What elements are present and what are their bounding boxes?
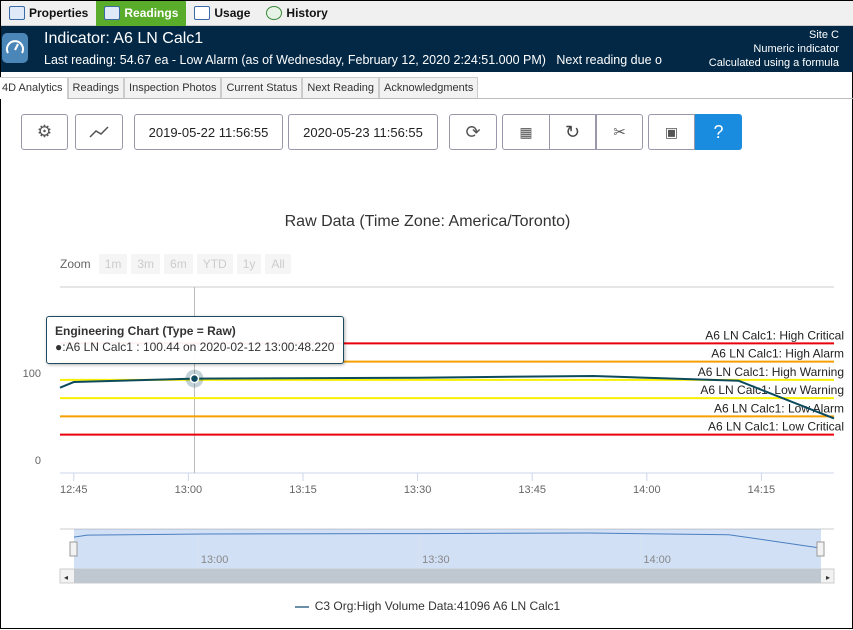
image-icon: ▣ [664, 123, 679, 140]
zoom-1m[interactable]: 1m [98, 254, 128, 274]
zoom-label: Zoom [60, 257, 91, 271]
unplug-icon: ✂ [613, 124, 626, 141]
last-reading-text: Last reading: 54.67 ea - Low Alarm (as o… [44, 53, 662, 67]
gauge-icon [2, 33, 28, 63]
threshold-label: A6 LN Calc1: Low Warning [700, 383, 844, 397]
zoom-6m[interactable]: 6m [164, 254, 193, 274]
tab-readings-sub[interactable]: Readings [67, 77, 125, 98]
navigator-handle[interactable] [816, 541, 825, 557]
indicator-header: Indicator: A6 LN Calc1 Last reading: 54.… [1, 26, 853, 72]
navigator-tick-label: 13:30 [422, 554, 450, 566]
tab-inspection-photos[interactable]: Inspection Photos [124, 77, 222, 98]
series-line [59, 374, 835, 420]
tab-4d-analytics[interactable]: 4D Analytics [0, 77, 68, 99]
hover-halo [185, 369, 204, 388]
x-tick-label: 14:00 [633, 484, 661, 496]
zoom-range-selector: Zoom 1m 3m 6m YTD 1y All [60, 254, 291, 274]
chart-legend[interactable]: C3 Org:High Volume Data:41096 A6 LN Calc… [1, 599, 853, 613]
grid-icon [194, 6, 211, 20]
x-tick-label: 13:45 [518, 484, 546, 496]
tab-usage[interactable]: Usage [186, 1, 258, 26]
threshold-label: A6 LN Calc1: High Warning [698, 365, 844, 379]
tab-properties[interactable]: Properties [1, 1, 96, 26]
line-chart-icon [89, 126, 109, 138]
site-label: Site C [809, 29, 839, 41]
header-meta: Site C Numeric indicator Calculated usin… [709, 28, 839, 70]
navigator-series [73, 532, 822, 549]
reset-button[interactable]: ↻ [549, 114, 596, 150]
x-tick-label: 13:30 [404, 484, 432, 496]
zoom-ytd[interactable]: YTD [196, 254, 233, 274]
navigator-tick-label: 13:00 [201, 554, 229, 566]
y-tick-label: 100 [23, 368, 41, 380]
readings-chart-icon [104, 6, 121, 20]
scroll-right-arrow-icon[interactable]: ▸ [826, 573, 830, 582]
settings-button[interactable]: ⚙ [21, 114, 68, 150]
chart-title: Raw Data (Time Zone: America/Toronto) [284, 213, 571, 230]
x-tick-label: 13:15 [289, 484, 317, 496]
threshold-label: A6 LN Calc1: Low Alarm [714, 401, 844, 415]
scroll-left-arrow-icon[interactable]: ◂ [64, 573, 68, 582]
refresh-icon: ⟳ [465, 121, 481, 142]
undo-icon: ↻ [564, 121, 581, 142]
scrollbar-track[interactable] [59, 568, 835, 584]
tab-acknowledgments[interactable]: Acknowledgments [379, 77, 479, 98]
navigator-mask [74, 529, 821, 569]
threshold-label: A6 LN Calc1: High Critical [705, 328, 844, 342]
threshold-label: A6 LN Calc1: Low Critical [708, 420, 844, 434]
zoom-all[interactable]: All [265, 254, 291, 274]
threshold-label: A6 LN Calc1: High Alarm [711, 347, 844, 361]
tab-readings[interactable]: Readings [96, 0, 187, 26]
scrollbar-thumb[interactable] [74, 569, 821, 583]
navigator-handle[interactable] [69, 541, 78, 557]
chart-tooltip: Engineering Chart (Type = Raw) ●:A6 LN C… [46, 316, 344, 364]
top-tab-bar: Properties Readings Usage History [1, 0, 853, 26]
end-date-button[interactable]: 2020-05-23 11:56:55 [288, 114, 438, 150]
zoom-1y[interactable]: 1y [236, 254, 262, 274]
navigator-tick-label: 14:00 [643, 554, 671, 566]
legend-line-icon [294, 605, 309, 608]
zoom-3m[interactable]: 3m [131, 254, 161, 274]
image-export-button[interactable]: ▣ [648, 114, 695, 150]
disconnect-button[interactable]: ✂ [596, 114, 643, 150]
y-tick-label: 0 [35, 455, 41, 467]
tab-history[interactable]: History [258, 1, 335, 26]
tab-current-status[interactable]: Current Status [221, 77, 303, 98]
page-title: Indicator: A6 LN Calc1 [44, 30, 204, 47]
x-tick-label: 13:00 [175, 484, 203, 496]
tooltip-text: ●:A6 LN Calc1 : 100.44 on 2020-02-12 13:… [55, 340, 335, 354]
data-inspect-button[interactable]: ▦ [502, 114, 550, 150]
tab-next-reading[interactable]: Next Reading [302, 77, 380, 98]
refresh-button[interactable]: ⟳ [449, 114, 497, 150]
hover-point [189, 373, 200, 384]
indicator-type: Numeric indicator [753, 43, 839, 55]
tooltip-title: Engineering Chart (Type = Raw) [55, 324, 236, 338]
gear-icon: ⚙ [36, 122, 53, 141]
x-tick-label: 12:45 [60, 484, 88, 496]
start-date-button[interactable]: 2019-05-22 11:56:55 [134, 114, 283, 150]
history-clock-icon [266, 6, 283, 20]
table-search-icon: ▦ [519, 123, 533, 140]
sub-tab-bar: 4D Analytics Readings Inspection Photos … [0, 77, 853, 99]
calc-note: Calculated using a formula [708, 57, 839, 69]
help-button[interactable]: ? [695, 114, 742, 150]
properties-icon [9, 6, 25, 20]
x-tick-label: 14:15 [748, 484, 776, 496]
legend-label: C3 Org:High Volume Data:41096 A6 LN Calc… [314, 599, 561, 613]
line-chart-button[interactable] [75, 114, 123, 150]
